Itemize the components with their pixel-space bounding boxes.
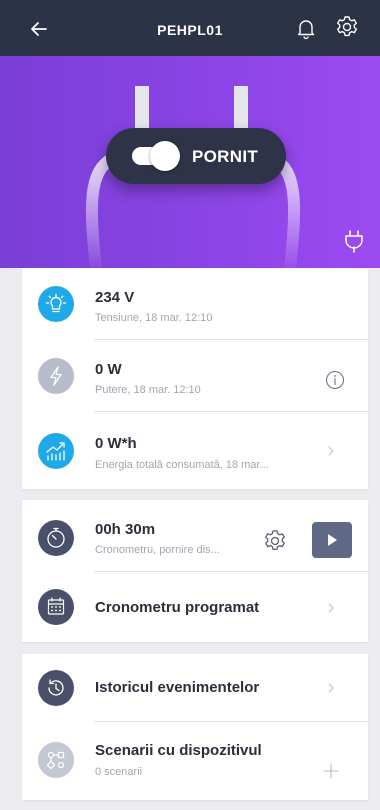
bell-icon[interactable]: [294, 16, 318, 40]
timer-row[interactable]: 00h 30m Cronometru, pornire dis...: [22, 500, 368, 572]
scenarios-label: Scenarii cu dispozitivul: [95, 742, 262, 759]
history-label: Istoricul evenimentelor: [95, 679, 260, 696]
voltage-caption: Tensiune, 18 mar. 12:10: [95, 312, 213, 324]
scenario-icon: [38, 742, 74, 778]
timer-settings-gear-icon[interactable]: [262, 528, 288, 554]
device-title: PEHPL01: [157, 22, 223, 38]
play-button[interactable]: [312, 522, 352, 558]
power-state-label: PORNIT: [192, 147, 259, 166]
voltage-value: 234 V: [95, 289, 135, 306]
plus-icon[interactable]: [322, 762, 340, 780]
measurements-card: 234 V Tensiune, 18 mar. 12:10 0 W Putere…: [22, 268, 368, 489]
toggle-knob: [150, 141, 180, 171]
voltage-row: 234 V Tensiune, 18 mar. 12:10: [22, 268, 368, 340]
power-row[interactable]: 0 W Putere, 18 mar. 12:10: [22, 340, 368, 412]
plug-icon: [342, 228, 366, 254]
info-icon[interactable]: [325, 370, 345, 390]
scenarios-caption: 0 scenarii: [95, 766, 143, 778]
history-row[interactable]: Istoricul evenimentelor: [22, 654, 368, 722]
extras-card: Istoricul evenimentelor Scenarii cu disp…: [22, 654, 368, 800]
device-hero: PORNIT: [0, 56, 380, 268]
power-toggle[interactable]: PORNIT: [106, 128, 286, 184]
timer-caption: Cronometru, pornire dis...: [95, 544, 220, 556]
bulb-icon: [38, 286, 74, 322]
energy-caption: Energia totală consumată, 18 mar...: [95, 459, 269, 471]
chevron-right-icon: [326, 681, 336, 695]
stopwatch-icon: [38, 520, 74, 556]
top-bar: PEHPL01: [0, 0, 380, 56]
energy-chart-icon: [38, 433, 74, 469]
play-icon: [328, 534, 337, 546]
scenarios-row[interactable]: Scenarii cu dispozitivul 0 scenarii: [22, 722, 368, 800]
power-caption: Putere, 18 mar. 12:10: [95, 384, 201, 396]
calendar-icon: [38, 589, 74, 625]
gear-icon[interactable]: [334, 14, 360, 40]
history-icon: [38, 670, 74, 706]
scheduled-timer-label: Cronometru programat: [95, 599, 260, 616]
chevron-right-icon: [326, 601, 336, 615]
lightning-icon: [38, 358, 74, 394]
energy-value: 0 W*h: [95, 435, 137, 452]
energy-row[interactable]: 0 W*h Energia totală consumată, 18 mar..…: [22, 412, 368, 489]
timer-value: 00h 30m: [95, 521, 156, 538]
chevron-right-icon: [326, 444, 336, 458]
scheduled-timer-row[interactable]: Cronometru programat: [22, 572, 368, 642]
power-value: 0 W: [95, 361, 122, 378]
timer-card: 00h 30m Cronometru, pornire dis... Crono…: [22, 500, 368, 642]
